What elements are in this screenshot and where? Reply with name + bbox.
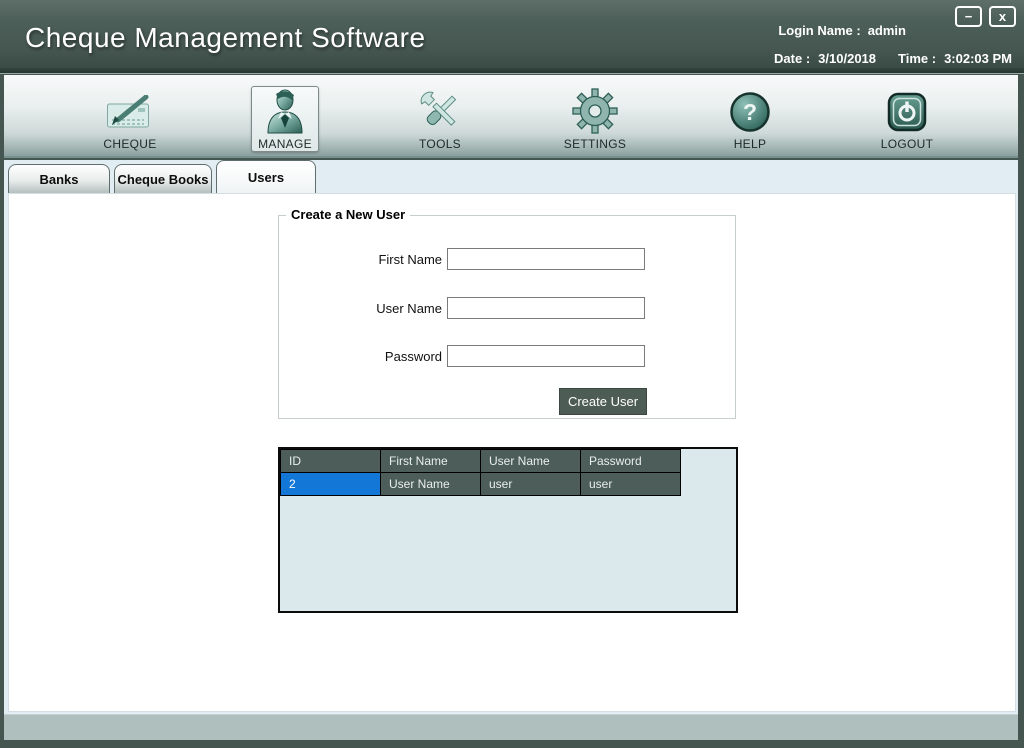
svg-text:?: ?	[743, 99, 757, 125]
tools-icon	[417, 89, 463, 134]
tab-users[interactable]: Users	[216, 160, 316, 193]
toolbar-label-cheque: CHEQUE	[103, 137, 156, 151]
col-header-first-name[interactable]: First Name	[381, 450, 481, 473]
col-header-password[interactable]: Password	[581, 450, 681, 473]
cell-id[interactable]: 2	[281, 473, 381, 496]
toolbar-label-tools: TOOLS	[419, 137, 461, 151]
user-name-field[interactable]	[447, 297, 645, 319]
toolbar-button-help[interactable]: ? HELP	[710, 89, 790, 151]
question-icon: ?	[729, 89, 771, 134]
create-user-groupbox: Create a New User First Name User Name P…	[278, 215, 736, 419]
power-icon	[887, 89, 927, 134]
close-button[interactable]: x	[989, 6, 1016, 27]
create-user-button[interactable]: Create User	[559, 388, 647, 415]
login-name-label: Login Name :	[778, 23, 860, 38]
minimize-button[interactable]: −	[955, 6, 982, 27]
app-title: Cheque Management Software	[25, 22, 426, 54]
datetime-line: Date : 3/10/2018 Time : 3:02:03 PM	[774, 51, 1012, 66]
password-field[interactable]	[447, 345, 645, 367]
toolbar-button-settings[interactable]: SETTINGS	[555, 89, 635, 151]
toolbar-button-cheque[interactable]: CHEQUE	[90, 89, 170, 151]
app-window: Cheque Management Software − x Login Nam…	[0, 0, 1024, 748]
groupbox-legend: Create a New User	[286, 207, 410, 222]
main-toolbar: CHEQUE	[4, 75, 1018, 158]
users-grid-panel: ID First Name User Name Password 2 User …	[278, 447, 738, 613]
time-label: Time :	[898, 51, 936, 66]
col-header-id[interactable]: ID	[281, 450, 381, 473]
table-row[interactable]: 2 User Name user user	[281, 473, 681, 496]
cell-first-name[interactable]: User Name	[381, 473, 481, 496]
cell-password[interactable]: user	[581, 473, 681, 496]
status-bar	[4, 714, 1018, 740]
table-header-row: ID First Name User Name Password	[281, 450, 681, 473]
toolbar-label-settings: SETTINGS	[564, 137, 626, 151]
date-value: 3/10/2018	[818, 51, 876, 66]
col-header-user-name[interactable]: User Name	[481, 450, 581, 473]
login-name-value: admin	[868, 23, 906, 38]
content-area: Create a New User First Name User Name P…	[4, 193, 1018, 714]
tab-banks[interactable]: Banks	[8, 164, 110, 193]
person-icon	[265, 87, 305, 134]
titlebar-divider	[0, 68, 1024, 74]
toolbar-button-tools[interactable]: TOOLS	[400, 89, 480, 151]
first-name-field[interactable]	[447, 248, 645, 270]
gear-icon	[572, 88, 618, 134]
toolbar-label-help: HELP	[734, 137, 767, 151]
users-table: ID First Name User Name Password 2 User …	[280, 449, 681, 496]
titlebar: Cheque Management Software − x Login Nam…	[0, 0, 1024, 68]
login-name-line: Login Name : admin	[778, 23, 906, 38]
toolbar-label-logout: LOGOUT	[881, 137, 933, 151]
cheque-icon	[106, 89, 154, 134]
tab-bar: Banks Cheque Books Users	[4, 160, 1018, 193]
toolbar-label-manage: MANAGE	[258, 137, 312, 151]
window-controls: − x	[955, 6, 1016, 27]
cell-user-name[interactable]: user	[481, 473, 581, 496]
tab-cheque-books[interactable]: Cheque Books	[114, 164, 212, 193]
toolbar-button-manage[interactable]: MANAGE	[251, 86, 319, 152]
window-body: CHEQUE	[4, 75, 1018, 740]
time-value: 3:02:03 PM	[944, 51, 1012, 66]
toolbar-button-logout[interactable]: LOGOUT	[867, 89, 947, 151]
users-tab-panel: Create a New User First Name User Name P…	[8, 193, 1016, 712]
date-label: Date :	[774, 51, 810, 66]
password-label: Password	[327, 349, 442, 364]
user-name-label: User Name	[327, 301, 442, 316]
first-name-label: First Name	[327, 252, 442, 267]
